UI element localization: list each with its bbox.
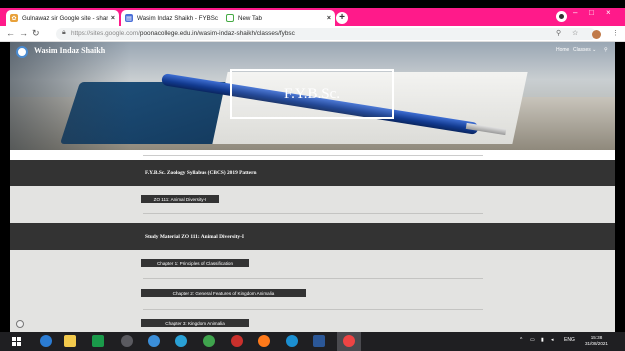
reload-icon[interactable]: ↻ bbox=[32, 28, 40, 39]
sites-icon: ▤ bbox=[125, 14, 133, 22]
chrome-icon bbox=[226, 14, 234, 22]
wifi-icon[interactable]: ▮ bbox=[541, 337, 544, 343]
forward-icon[interactable]: → bbox=[19, 28, 28, 38]
menu-kebab-icon[interactable]: ⋮ bbox=[612, 29, 619, 37]
windows-start-icon[interactable] bbox=[12, 337, 22, 347]
profile-icon[interactable] bbox=[556, 11, 567, 22]
close-tab-icon[interactable]: × bbox=[327, 15, 331, 22]
app-icon[interactable] bbox=[148, 335, 160, 347]
section-study-material-header: Study Material ZO 111: Animal Diversity-… bbox=[10, 223, 615, 250]
file-explorer-icon[interactable] bbox=[64, 335, 76, 347]
minimize-button[interactable]: – bbox=[573, 8, 577, 17]
tab-new-tab[interactable]: New Tab × bbox=[222, 10, 335, 26]
app-icon[interactable] bbox=[231, 335, 243, 347]
zoom-icon[interactable]: ⚲ bbox=[556, 29, 561, 37]
photos-icon: ✿ bbox=[10, 14, 18, 22]
divider bbox=[143, 278, 483, 279]
windows-taskbar: ^ ▭ ▮ ◂ ENG 15:38 31/08/2021 bbox=[0, 332, 625, 351]
language-indicator[interactable]: ENG bbox=[564, 337, 575, 343]
settings-gear-icon[interactable] bbox=[16, 320, 24, 328]
volume-icon[interactable]: ◂ bbox=[551, 337, 554, 343]
word-icon[interactable] bbox=[313, 335, 325, 347]
lock-icon: 🔒︎ bbox=[62, 29, 66, 36]
divider bbox=[143, 309, 483, 310]
new-tab-button[interactable]: + bbox=[336, 12, 348, 24]
store-icon[interactable] bbox=[92, 335, 104, 347]
firefox-icon[interactable] bbox=[258, 335, 270, 347]
close-tab-icon[interactable]: × bbox=[111, 15, 115, 22]
spacer-band bbox=[10, 150, 615, 160]
site-search-icon[interactable]: ⚲ bbox=[604, 47, 608, 53]
tab-title: Wasim Indaz Shaikh - FYBSc bbox=[137, 14, 218, 22]
top-black-bar bbox=[0, 0, 625, 8]
url-field[interactable]: 🔒︎ https://sites.google.com/poonacollege… bbox=[56, 28, 596, 40]
page-title-box: F.Y.B.Sc. bbox=[230, 69, 394, 119]
section-syllabus-header: F.Y.B.Sc. Zoology Syllabus (CBCS) 2019 P… bbox=[10, 160, 615, 186]
chrome-icon[interactable] bbox=[343, 335, 355, 347]
clock-date: 31/08/2021 bbox=[585, 341, 608, 346]
nav-home[interactable]: Home bbox=[556, 47, 569, 53]
bookmark-star-icon[interactable]: ☆ bbox=[572, 29, 578, 37]
tab-gulnawaz[interactable]: ✿ Gulnawaz sir Google site - share × bbox=[6, 10, 119, 26]
app-icon[interactable] bbox=[175, 335, 187, 347]
tab-title: Gulnawaz sir Google site - share bbox=[22, 14, 108, 22]
button-zo111[interactable]: ZO 111: Animal Diversity-I bbox=[141, 195, 219, 203]
button-chapter-3[interactable]: Chapter 3: Kingdom Animalia bbox=[141, 319, 249, 327]
divider bbox=[143, 155, 483, 156]
hero-banner: Wasim Indaz Shaikh Home Classes ⌄ ⚲ F.Y.… bbox=[10, 42, 615, 150]
cortana-icon[interactable] bbox=[121, 335, 133, 347]
button-chapter-2[interactable]: Chapter 2: General Features of Kingdom A… bbox=[141, 289, 306, 297]
site-name[interactable]: Wasim Indaz Shaikh bbox=[34, 46, 105, 55]
hero-shade bbox=[10, 42, 130, 150]
browser-tab-strip: ✿ Gulnawaz sir Google site - share × ▤ W… bbox=[0, 8, 625, 26]
account-avatar[interactable] bbox=[592, 30, 601, 39]
maximize-button[interactable]: □ bbox=[589, 8, 594, 17]
nav-classes[interactable]: Classes ⌄ bbox=[573, 47, 596, 53]
clock[interactable]: 15:38 31/08/2021 bbox=[585, 335, 608, 347]
tab-fybsc[interactable]: ▤ Wasim Indaz Shaikh - FYBSc × bbox=[121, 10, 234, 26]
app-icon[interactable] bbox=[286, 335, 298, 347]
divider bbox=[143, 213, 483, 214]
url-text: https://sites.google.com/poonacollege.ed… bbox=[71, 30, 295, 37]
close-window-button[interactable]: × bbox=[606, 8, 611, 17]
page-viewport: Wasim Indaz Shaikh Home Classes ⌄ ⚲ F.Y.… bbox=[10, 42, 615, 332]
tray-chevron-icon[interactable]: ^ bbox=[520, 337, 522, 343]
back-icon[interactable]: ← bbox=[6, 28, 15, 38]
button-chapter-1[interactable]: Chapter 1: Principles of Classification bbox=[141, 259, 249, 267]
page-title: F.Y.B.Sc. bbox=[283, 85, 341, 102]
tab-title: New Tab bbox=[238, 14, 262, 22]
edge-icon[interactable] bbox=[40, 335, 52, 347]
section-heading: Study Material ZO 111: Animal Diversity-… bbox=[145, 234, 244, 240]
app-icon[interactable] bbox=[203, 335, 215, 347]
site-logo[interactable] bbox=[16, 46, 28, 58]
section-heading: F.Y.B.Sc. Zoology Syllabus (CBCS) 2019 P… bbox=[145, 170, 257, 176]
address-bar: ← → ↻ 🔒︎ https://sites.google.com/poonac… bbox=[0, 26, 625, 42]
network-icon[interactable]: ▭ bbox=[530, 337, 535, 343]
